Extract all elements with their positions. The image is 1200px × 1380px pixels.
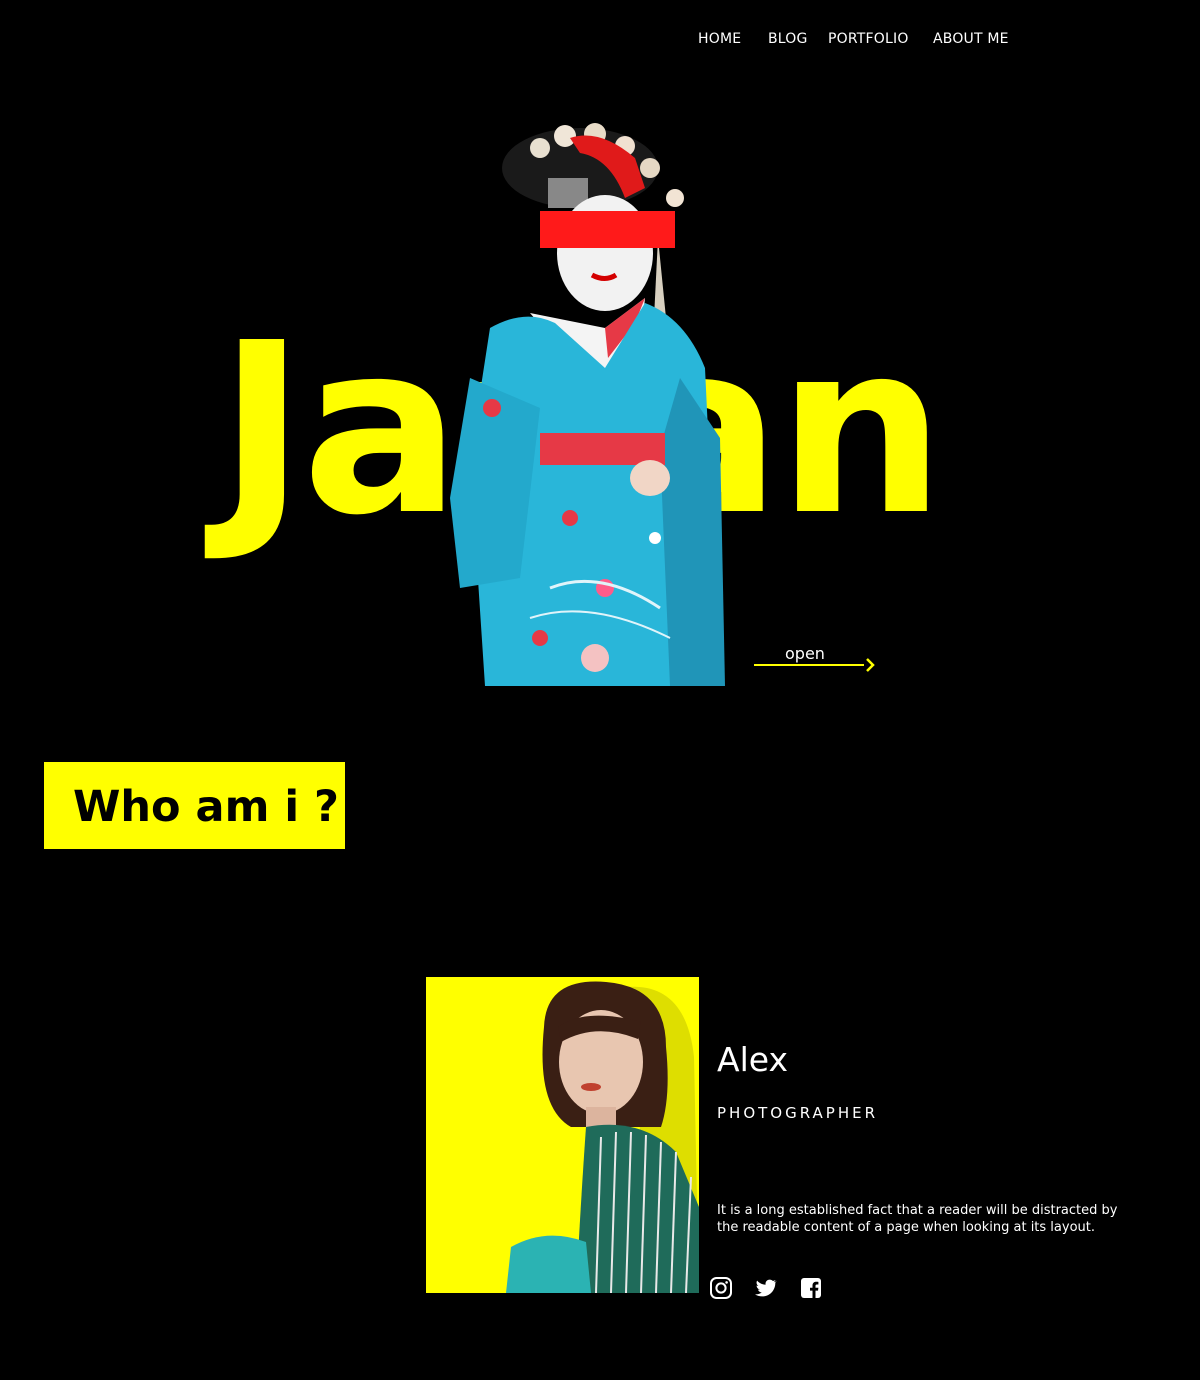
profile-role: PHOTOGRAPHER	[717, 1104, 879, 1122]
about-heading-box: Who am i ?	[44, 762, 345, 849]
open-underline	[754, 664, 864, 666]
geisha-photo	[450, 123, 725, 686]
instagram-icon[interactable]	[709, 1276, 733, 1300]
facebook-icon[interactable]	[799, 1276, 823, 1300]
open-label: open	[785, 644, 825, 663]
profile-name: Alex	[717, 1040, 788, 1079]
hero-section: Japan	[0, 0, 1200, 700]
portrait-image	[426, 977, 699, 1293]
twitter-icon[interactable]	[754, 1276, 778, 1300]
profile-photo	[426, 977, 699, 1293]
chevron-right-icon	[866, 658, 875, 672]
open-link[interactable]: open	[754, 644, 884, 674]
about-heading: Who am i ?	[73, 782, 339, 832]
profile-bio: It is a long established fact that a rea…	[717, 1203, 1118, 1235]
